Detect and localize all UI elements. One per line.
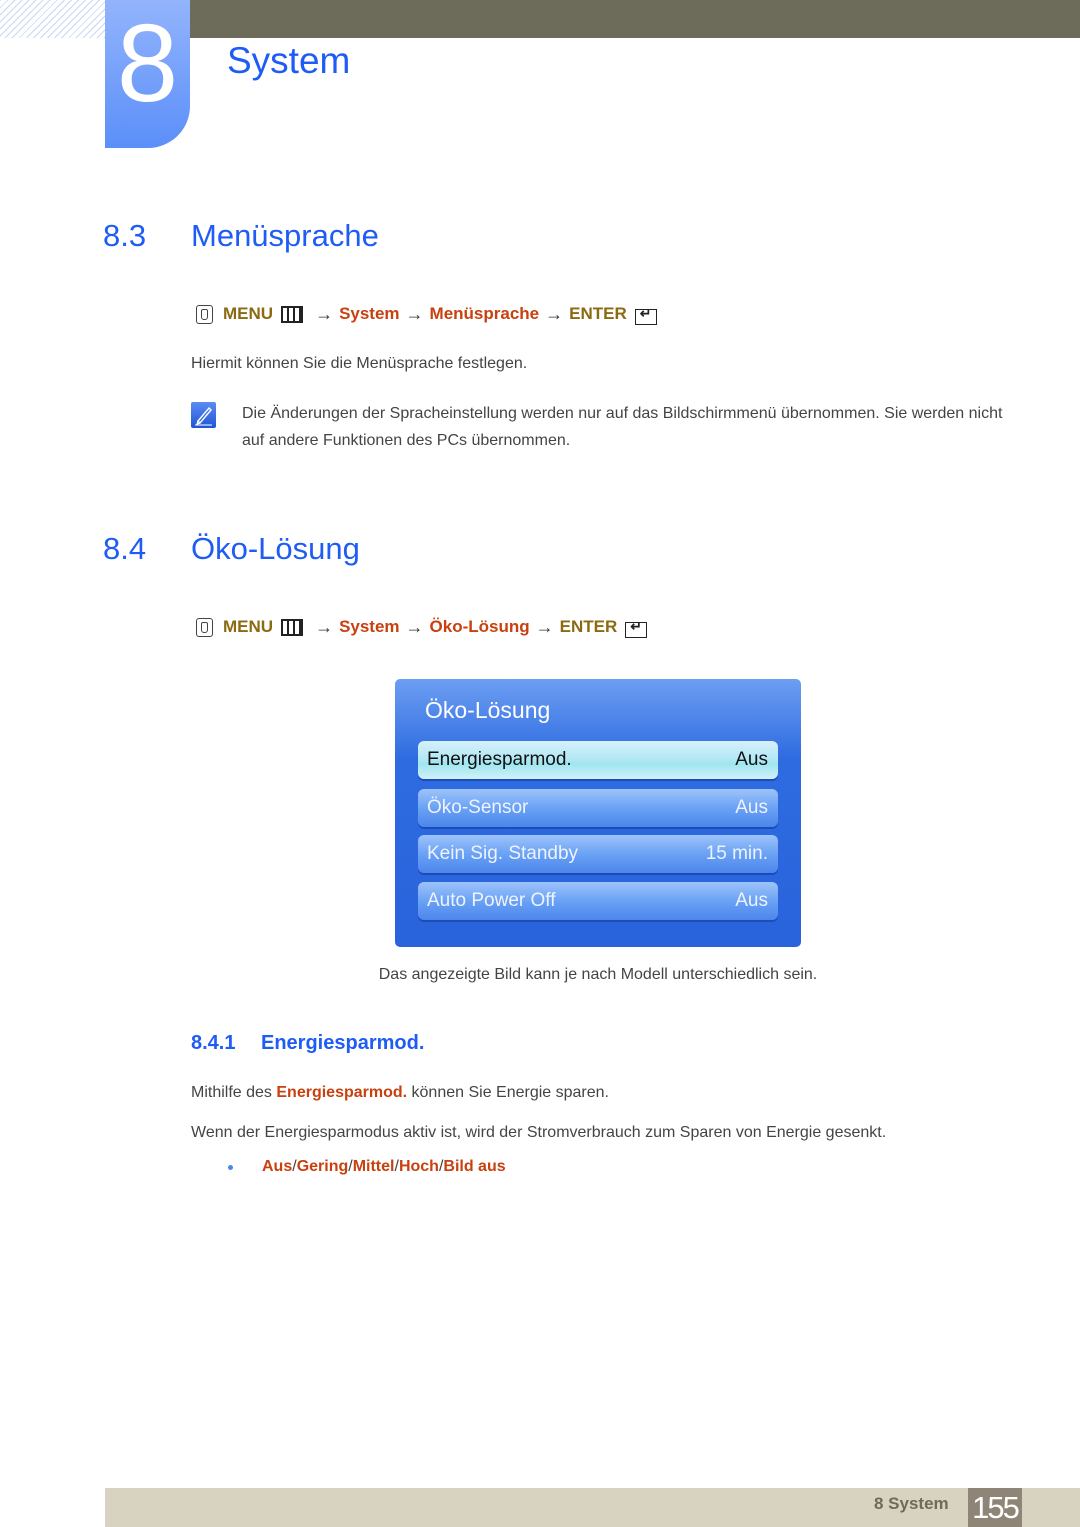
intro-highlight: Energiesparmod. (276, 1084, 408, 1101)
header-bar (190, 0, 1080, 38)
note-pencil-icon (191, 402, 216, 428)
osd-item-value: 15 min. (705, 843, 768, 864)
arrow-icon: → (405, 616, 424, 637)
osd-item-label: Kein Sig. Standby (427, 843, 579, 864)
osd-item-oko-sensor[interactable]: Öko-Sensor Aus (418, 789, 778, 827)
option-gering: Gering (296, 1158, 349, 1175)
section-title: Öko-Lösung (191, 531, 360, 566)
remote-hand-icon (196, 617, 213, 637)
chapter-number-tab: 8 (105, 0, 190, 148)
page-number: 155 (968, 1488, 1022, 1527)
path-step-menusprache: Menüsprache (429, 304, 540, 323)
bullet-icon (228, 1164, 233, 1170)
enter-key-icon (634, 305, 657, 325)
arrow-icon: → (535, 616, 554, 637)
note-text: Die Änderungen der Spracheinstellung wer… (242, 405, 1003, 449)
section-title: Menüsprache (191, 218, 379, 253)
subsection-title: Energiesparmod. (261, 1032, 425, 1054)
osd-title: Öko-Lösung (425, 697, 551, 723)
section-number: 8.4 (103, 531, 147, 566)
path-step-system: System (339, 304, 400, 323)
enter-label: ENTER (569, 304, 627, 323)
arrow-icon: → (315, 616, 334, 637)
remote-hand-icon (196, 304, 213, 324)
menusprache-description: Hiermit können Sie die Menüsprache festl… (191, 355, 528, 372)
subsection-number: 8.4.1 (191, 1032, 236, 1054)
arrow-icon: → (545, 303, 564, 324)
menu-label: MENU (223, 304, 274, 323)
section-number: 8.3 (103, 218, 147, 253)
intro-text-before: Mithilfe des (191, 1084, 277, 1101)
section-heading-oko-losung: 8.4 Öko-Lösung (103, 531, 360, 567)
subsection-heading-energiesparmod: 8.4.1 Energiesparmod. (191, 1032, 424, 1055)
osd-item-auto-power-off[interactable]: Auto Power Off Aus (418, 882, 778, 920)
menu-path-oko-losung: MENU → System → Öko-Lösung → ENTER (196, 616, 648, 638)
osd-item-value: Aus (735, 749, 768, 770)
enter-label: ENTER (559, 617, 618, 636)
option-mittel: Mittel (352, 1158, 395, 1175)
section-heading-menusprache: 8.3 Menüsprache (103, 218, 379, 254)
osd-item-value: Aus (735, 797, 768, 818)
path-step-system: System (339, 617, 400, 636)
arrow-icon: → (315, 303, 334, 324)
osd-item-kein-sig-standby[interactable]: Kein Sig. Standby 15 min. (418, 835, 778, 873)
energiesparmod-options: Aus / Gering / Mittel / Hoch / Bild aus (228, 1158, 506, 1176)
energiesparmod-description: Wenn der Energiesparmodus aktiv ist, wir… (191, 1124, 887, 1141)
option-hoch: Hoch (398, 1158, 439, 1175)
menu-path-menusprache: MENU → System → Menüsprache → ENTER (196, 303, 657, 325)
osd-item-value: Aus (735, 890, 768, 911)
enter-key-icon (625, 618, 648, 638)
arrow-icon: → (405, 303, 424, 324)
option-aus: Aus (262, 1158, 293, 1175)
osd-item-energiesparmod[interactable]: Energiesparmod. Aus (418, 741, 778, 779)
image-caption: Das angezeigte Bild kann je nach Modell … (378, 966, 818, 983)
menu-grid-icon (281, 305, 304, 323)
menu-grid-icon (281, 618, 304, 636)
intro-text-after: können Sie Energie sparen. (407, 1084, 609, 1101)
header-hatch-decoration (0, 0, 105, 38)
menu-label: MENU (223, 617, 274, 636)
option-bild-aus: Bild aus (443, 1158, 506, 1175)
oko-losung-osd-menu: Öko-Lösung Energiesparmod. Aus Öko-Senso… (395, 679, 801, 947)
osd-item-label: Öko-Sensor (427, 797, 529, 818)
chapter-title: System (227, 40, 351, 81)
osd-item-label: Energiesparmod. (427, 749, 572, 770)
path-step-oko-losung: Öko-Lösung (429, 617, 530, 636)
osd-item-label: Auto Power Off (427, 890, 556, 911)
footer-chapter-label: 8 System (874, 1494, 949, 1513)
energiesparmod-intro: Mithilfe des Energiesparmod. können Sie … (191, 1084, 609, 1102)
